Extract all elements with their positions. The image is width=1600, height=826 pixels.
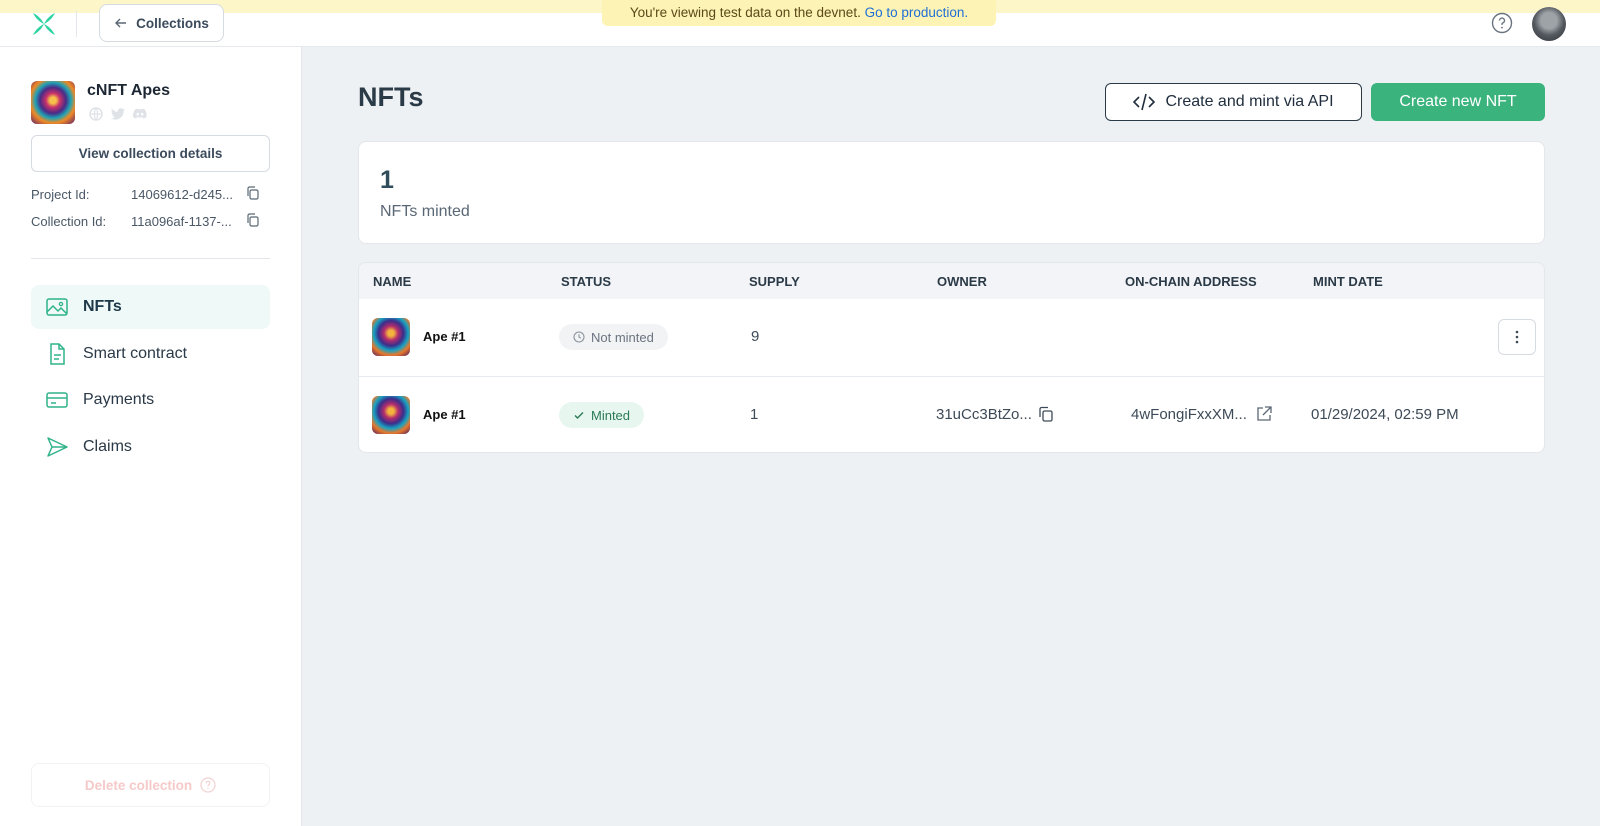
check-icon xyxy=(574,412,584,419)
api-button-label: Create and mint via API xyxy=(1165,93,1334,110)
nft-thumbnail xyxy=(372,318,410,356)
create-new-nft-button[interactable]: Create new NFT xyxy=(1371,83,1545,121)
project-id-label: Project Id: xyxy=(31,187,90,202)
status-text: Minted xyxy=(591,407,631,423)
sidebar-divider xyxy=(31,258,270,259)
table-header: NAME STATUS SUPPLY OWNER ON-CHAIN ADDRES… xyxy=(359,263,1544,299)
collection-id-label: Collection Id: xyxy=(31,214,107,229)
clock-icon xyxy=(573,331,585,343)
send-icon xyxy=(47,437,68,457)
collection-id-value: 11a096af-1137-... xyxy=(131,214,232,229)
project-id-value: 14069612-d245... xyxy=(131,187,233,202)
collection-id-row: Collection Id: 11a096af-1137-... xyxy=(31,212,271,232)
social-links xyxy=(88,107,148,121)
mint-date: 01/29/2024, 02:59 PM xyxy=(1311,406,1459,423)
sidebar: cNFT Apes View collection details Projec… xyxy=(0,47,302,826)
arrow-left-icon xyxy=(115,18,127,28)
table-row[interactable]: Ape #1 Not minted 9 xyxy=(359,299,1544,376)
status-text: Not minted xyxy=(591,329,654,345)
nft-name: Ape #1 xyxy=(423,407,466,422)
copy-icon[interactable] xyxy=(245,185,261,201)
sidebar-item-label: Payments xyxy=(83,391,155,408)
nfts-minted-count: 1 xyxy=(380,166,394,194)
column-header-status: STATUS xyxy=(561,274,612,289)
help-circle-icon[interactable] xyxy=(1491,12,1513,34)
nfts-minted-card: 1 NFTs minted xyxy=(358,141,1545,244)
devnet-banner: You're viewing test data on the devnet. … xyxy=(602,0,996,26)
user-avatar[interactable] xyxy=(1532,7,1566,41)
nfts-table: NAME STATUS SUPPLY OWNER ON-CHAIN ADDRES… xyxy=(358,262,1545,453)
collection-avatar xyxy=(31,81,75,124)
owner-address: 31uCc3BtZo... xyxy=(936,406,1032,423)
external-link-icon[interactable] xyxy=(1255,405,1273,423)
supply-value: 1 xyxy=(750,406,759,423)
sidebar-item-nfts[interactable]: NFTs xyxy=(31,285,270,329)
view-collection-details-button[interactable]: View collection details xyxy=(31,135,270,172)
back-label: Collections xyxy=(136,15,209,31)
back-to-collections-button[interactable]: Collections xyxy=(99,4,224,42)
sidebar-item-payments[interactable]: Payments xyxy=(31,378,270,422)
table-row[interactable]: Ape #1 Minted 1 31uCc3BtZo... 4wFongiFxx… xyxy=(359,376,1544,452)
copy-icon[interactable] xyxy=(245,212,261,228)
twitter-icon[interactable] xyxy=(110,107,126,121)
help-circle-icon xyxy=(200,777,216,793)
collection-name: cNFT Apes xyxy=(87,82,170,99)
column-header-owner: OWNER xyxy=(937,274,987,289)
supply-value: 9 xyxy=(751,328,760,345)
credit-card-icon xyxy=(46,392,68,408)
column-header-supply: SUPPLY xyxy=(749,274,800,289)
create-and-mint-via-api-button[interactable]: Create and mint via API xyxy=(1105,83,1362,121)
discord-icon[interactable] xyxy=(132,107,148,121)
column-header-name: NAME xyxy=(373,274,412,289)
header-divider xyxy=(76,11,77,37)
sidebar-item-label: NFTs xyxy=(83,298,122,315)
column-header-mint-date: MINT DATE xyxy=(1313,274,1383,289)
nft-thumbnail xyxy=(372,396,410,434)
nft-name: Ape #1 xyxy=(423,329,466,344)
project-id-row: Project Id: 14069612-d245... xyxy=(31,185,271,205)
banner-text: You're viewing test data on the devnet. xyxy=(629,5,861,20)
more-vertical-icon xyxy=(1515,330,1519,344)
code-icon xyxy=(1133,93,1156,111)
sidebar-item-smart-contract[interactable]: Smart contract xyxy=(31,332,270,376)
nfts-minted-label: NFTs minted xyxy=(380,203,470,220)
sidebar-item-label: Smart contract xyxy=(83,345,188,362)
sidebar-item-label: Claims xyxy=(83,438,132,455)
status-badge: Minted xyxy=(559,402,645,428)
on-chain-address[interactable]: 4wFongiFxxXM... xyxy=(1131,406,1247,423)
crossmint-logo-icon[interactable] xyxy=(30,11,58,37)
sidebar-item-claims[interactable]: Claims xyxy=(31,425,270,469)
go-to-production-link[interactable]: Go to production. xyxy=(865,5,969,20)
page-title: NFTs xyxy=(358,82,424,112)
delete-collection-label: Delete collection xyxy=(84,777,193,793)
image-icon xyxy=(46,298,68,316)
row-actions-button[interactable] xyxy=(1498,319,1536,355)
status-badge: Not minted xyxy=(559,324,668,350)
document-icon xyxy=(50,343,65,365)
delete-collection-button[interactable]: Delete collection xyxy=(31,763,270,807)
website-icon[interactable] xyxy=(88,107,104,121)
column-header-on-chain-address: ON-CHAIN ADDRESS xyxy=(1125,274,1257,289)
copy-icon[interactable] xyxy=(1037,405,1055,423)
